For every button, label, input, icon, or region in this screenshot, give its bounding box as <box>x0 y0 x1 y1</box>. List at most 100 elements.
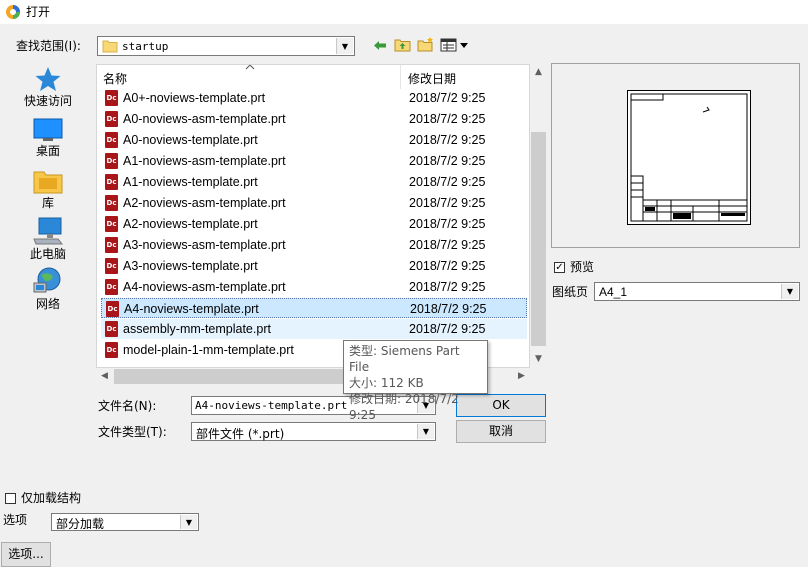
desktop-icon <box>33 118 63 141</box>
library-folder-icon <box>33 171 63 194</box>
part-file-icon: Dc <box>105 153 118 169</box>
chevron-down-icon[interactable]: ▼ <box>180 515 197 529</box>
part-file-icon: Dc <box>105 216 118 232</box>
place-network[interactable]: 网络 <box>18 267 78 311</box>
part-file-icon: Dc <box>105 174 118 190</box>
file-row[interactable]: Dc assembly-mm-template.prt 2018/7/2 9:25 <box>101 319 527 339</box>
place-label: 桌面 <box>35 144 60 158</box>
file-name: A0-noviews-asm-template.prt <box>123 112 286 126</box>
preview-checkbox[interactable]: ✓ <box>554 262 565 273</box>
chevron-down-icon[interactable]: ▼ <box>336 38 353 54</box>
computer-icon <box>33 217 64 245</box>
file-name: A3-noviews-template.prt <box>123 259 258 273</box>
part-file-icon: Dc <box>105 342 118 358</box>
file-row[interactable]: Dc A4-noviews-asm-template.prt 2018/7/2 9:… <box>101 277 527 297</box>
place-label: 快速访问 <box>23 94 72 108</box>
tooltip-type: 类型: Siemens Part File <box>349 344 460 374</box>
file-row[interactable]: Dc A0-noviews-template.prt 2018/7/2 9:25 <box>101 130 527 150</box>
vertical-scrollbar[interactable]: ▲ ▼ <box>530 64 547 368</box>
file-row[interactable]: Dc A1-noviews-template.prt 2018/7/2 9:25 <box>101 172 527 192</box>
options-button[interactable]: 选项... <box>1 542 51 567</box>
file-name: A0-noviews-template.prt <box>123 133 258 147</box>
place-label: 网络 <box>35 297 60 311</box>
file-name: model-plain-1-mm-template.prt <box>123 343 294 357</box>
file-row[interactable]: Dc A4-noviews-template.prt 2018/7/2 9:25 <box>101 298 527 318</box>
filename-value: A4-noviews-template.prt <box>195 399 348 412</box>
file-row[interactable]: Dc A3-noviews-asm-template.prt 2018/7/2 9:… <box>101 235 527 255</box>
file-list[interactable]: 名称 修改日期 Dc A0+-noviews-template.prt 2018/7… <box>96 64 530 368</box>
load-structure-label: 仅加载结构 <box>21 491 82 505</box>
sheet-label: 图纸页 <box>552 285 589 299</box>
chevron-down-icon[interactable]: ▼ <box>417 424 434 439</box>
sheet-combo[interactable]: A4_1 ▼ <box>594 282 800 301</box>
part-file-icon: Dc <box>105 132 118 148</box>
lookin-combo[interactable]: startup ▼ <box>97 36 355 56</box>
column-header-date[interactable]: 修改日期 <box>408 69 456 89</box>
place-desktop[interactable]: 桌面 <box>18 118 78 158</box>
lookin-label: 查找范围(I): <box>16 39 81 53</box>
file-row[interactable]: Dc A2-noviews-asm-template.prt 2018/7/2 9:… <box>101 193 527 213</box>
file-row[interactable]: Dc A2-noviews-template.prt 2018/7/2 9:25 <box>101 214 527 234</box>
scroll-down-arrow[interactable]: ▼ <box>530 351 547 368</box>
scroll-corner <box>530 368 547 385</box>
place-quick-access[interactable]: 快速访问 <box>18 66 78 108</box>
file-row[interactable]: Dc A0-noviews-asm-template.prt 2018/7/2 9:… <box>101 109 527 129</box>
column-divider[interactable] <box>400 65 401 89</box>
app-icon <box>6 5 20 19</box>
file-name: A1-noviews-template.prt <box>123 175 258 189</box>
file-date: 2018/7/2 9:25 <box>409 154 486 168</box>
chevron-down-icon[interactable]: ▼ <box>781 284 798 299</box>
star-icon <box>35 67 61 91</box>
place-library[interactable]: 库 <box>18 168 78 210</box>
file-name: A3-noviews-asm-template.prt <box>123 238 286 252</box>
file-date: 2018/7/2 9:25 <box>409 196 486 210</box>
title-bar: 打开 <box>0 0 808 24</box>
load-structure-checkbox[interactable] <box>5 493 16 504</box>
network-icon <box>33 267 61 293</box>
load-options-value: 部分加载 <box>56 517 105 531</box>
scroll-left-arrow[interactable]: ◀ <box>96 368 113 385</box>
folder-icon <box>102 40 118 53</box>
file-date: 2018/7/2 9:25 <box>409 259 486 273</box>
scrollbar-thumb[interactable] <box>114 369 364 384</box>
file-row[interactable]: Dc A3-noviews-template.prt 2018/7/2 9:25 <box>101 256 527 276</box>
place-label: 库 <box>41 196 54 210</box>
part-file-icon: Dc <box>106 301 119 317</box>
file-date: 2018/7/2 9:25 <box>409 91 486 105</box>
file-name: A0+-noviews-template.prt <box>123 91 266 105</box>
place-this-pc[interactable]: 此电脑 <box>18 217 78 261</box>
view-menu-icon[interactable] <box>440 38 470 52</box>
column-header-name[interactable]: 名称 <box>103 69 127 89</box>
part-file-icon: Dc <box>105 237 118 253</box>
sort-ascending-icon <box>245 65 255 70</box>
back-arrow-icon[interactable] <box>373 39 387 52</box>
up-folder-icon[interactable] <box>394 37 411 52</box>
scroll-right-arrow[interactable]: ▶ <box>513 368 530 385</box>
place-label: 此电脑 <box>29 247 66 261</box>
filename-label: 文件名(N): <box>98 399 157 413</box>
part-file-icon: Dc <box>105 90 118 106</box>
cancel-button[interactable]: 取消 <box>456 420 546 443</box>
load-options-combo[interactable]: 部分加载 ▼ <box>51 513 199 531</box>
filetype-combo[interactable]: 部件文件 (*.prt) ▼ <box>191 422 436 441</box>
filetype-value: 部件文件 (*.prt) <box>196 427 285 441</box>
file-date: 2018/7/2 9:25 <box>409 280 486 294</box>
part-file-icon: Dc <box>105 195 118 211</box>
scrollbar-thumb[interactable] <box>531 132 546 346</box>
file-row[interactable]: Dc A0+-noviews-template.prt 2018/7/2 9:25 <box>101 88 527 108</box>
file-name: A1-noviews-asm-template.prt <box>123 154 286 168</box>
file-name: A4-noviews-template.prt <box>124 302 259 316</box>
tooltip-size: 大小: 112 KB <box>349 376 424 390</box>
file-name: A2-noviews-asm-template.prt <box>123 196 286 210</box>
file-row[interactable]: Dc A1-noviews-asm-template.prt 2018/7/2 9:… <box>101 151 527 171</box>
file-date: 2018/7/2 9:25 <box>410 302 487 316</box>
file-name: A4-noviews-asm-template.prt <box>123 280 286 294</box>
new-folder-icon[interactable] <box>417 36 435 52</box>
part-file-icon: Dc <box>105 258 118 274</box>
file-date: 2018/7/2 9:25 <box>409 112 486 126</box>
window-title: 打开 <box>26 5 51 19</box>
file-name: A2-noviews-template.prt <box>123 217 258 231</box>
tooltip-modified: 修改日期: 2018/7/2 9:25 <box>349 392 459 422</box>
file-date: 2018/7/2 9:25 <box>409 175 486 189</box>
scroll-up-arrow[interactable]: ▲ <box>530 64 547 81</box>
